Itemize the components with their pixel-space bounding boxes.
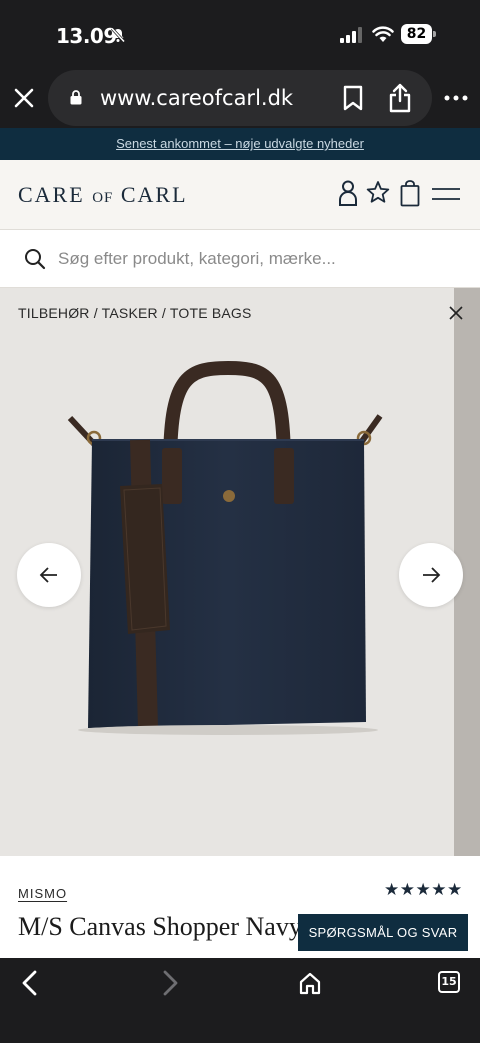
arrow-left-icon <box>39 567 57 583</box>
breadcrumb: TILBEHØR / TASKER / TOTE BAGS <box>18 305 252 321</box>
breadcrumb-item[interactable]: TOTE BAGS <box>170 305 252 321</box>
brand-link[interactable]: MISMO <box>18 886 67 901</box>
close-icon[interactable] <box>12 86 36 110</box>
chevron-left-icon[interactable] <box>20 970 40 996</box>
status-bar: 13.09 82 <box>0 0 480 68</box>
bell-mute-icon <box>110 27 126 43</box>
url-text: www.careofcarl.dk <box>100 86 294 110</box>
more-icon[interactable] <box>444 94 468 102</box>
status-time: 13.09 <box>56 24 117 48</box>
breadcrumb-item[interactable]: TASKER <box>102 305 158 321</box>
star-icon[interactable] <box>366 180 390 204</box>
share-icon[interactable] <box>388 83 412 113</box>
next-image-button[interactable] <box>399 543 463 607</box>
previous-image-button[interactable] <box>17 543 81 607</box>
wifi-icon <box>372 26 394 42</box>
breadcrumb-item[interactable]: TILBEHØR <box>18 305 90 321</box>
battery-level: 82 <box>401 24 432 44</box>
bookmark-icon[interactable] <box>342 85 364 111</box>
lock-icon <box>70 90 82 105</box>
tab-count: 15 <box>438 971 460 993</box>
battery-indicator: 82 <box>401 24 436 44</box>
home-icon[interactable] <box>298 971 322 995</box>
announcement-link[interactable]: Senest ankommet – nøje udvalgte nyheder <box>116 136 364 151</box>
product-gallery: TILBEHØR / TASKER / TOTE BAGS <box>0 288 480 856</box>
product-title: M/S Canvas Shopper Navy <box>18 912 302 941</box>
address-bar[interactable]: www.careofcarl.dk <box>48 70 432 126</box>
browser-toolbar: 15 <box>0 958 480 1043</box>
announcement-banner: Senest ankommet – nøje udvalgte nyheder <box>0 128 480 160</box>
browser-bar: www.careofcarl.dk <box>0 68 480 128</box>
user-icon[interactable] <box>338 180 358 206</box>
tabs-icon[interactable]: 15 <box>438 971 460 993</box>
arrow-right-icon <box>423 567 441 583</box>
signal-icon <box>340 27 362 43</box>
menu-icon[interactable] <box>432 187 460 201</box>
site-logo[interactable]: CARE OF CARL <box>18 182 188 208</box>
search-bar <box>0 230 480 288</box>
search-icon <box>25 249 46 270</box>
close-icon[interactable] <box>448 305 464 321</box>
chevron-right-icon[interactable] <box>160 970 180 996</box>
product-info: MISMO ★★★★★ M/S Canvas Shopper Navy SPØR… <box>0 856 480 958</box>
faq-button[interactable]: SPØRGSMÅL OG SVAR <box>298 914 468 951</box>
search-input[interactable] <box>58 244 458 274</box>
rating-stars[interactable]: ★★★★★ <box>384 880 463 900</box>
cart-icon[interactable] <box>400 180 420 207</box>
site-header: CARE OF CARL <box>0 160 480 230</box>
